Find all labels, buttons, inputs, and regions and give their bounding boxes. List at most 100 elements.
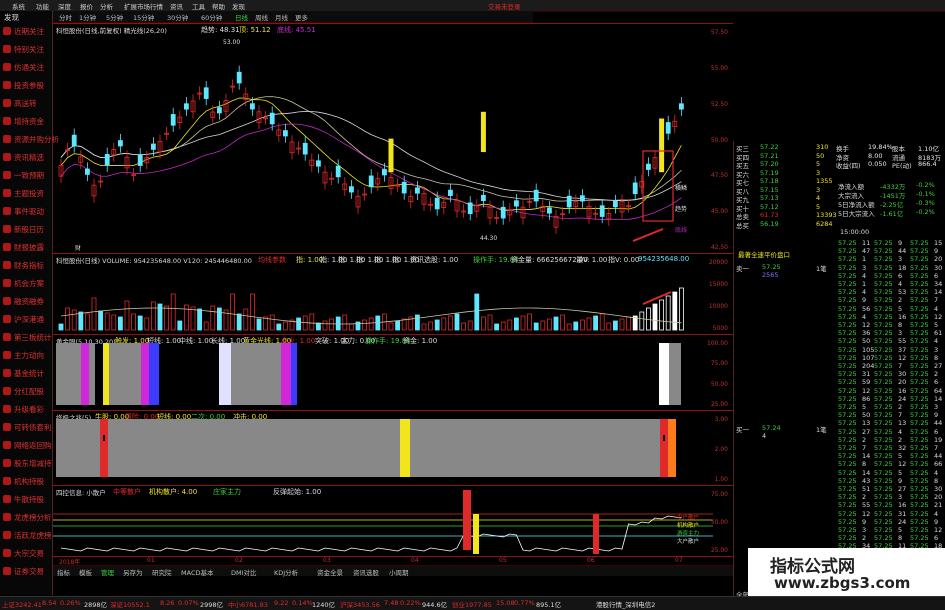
top-menu-1[interactable]: 功能 [36, 1, 49, 11]
volume-bar [599, 313, 605, 331]
golden-eye-block-9 [281, 343, 291, 405]
indicator-tab-0[interactable]: 指标 [57, 567, 70, 577]
trade-list-volume: 51 [862, 485, 871, 493]
indicator-tab-10[interactable]: 小周期 [389, 567, 409, 577]
indicator-tab-8[interactable]: 资金全景 [317, 567, 343, 577]
sidebar-item-5[interactable]: 增持资金 [0, 114, 52, 128]
volume-chart[interactable] [53, 254, 733, 334]
sidebar-item-29[interactable]: 大宗交易 [0, 546, 52, 560]
trade-list-volume: 105 [862, 345, 875, 354]
ultimate-chart[interactable] [53, 411, 733, 485]
sidebar-item-10[interactable]: 事件驱动 [0, 204, 52, 218]
y-tick-label: 52.50 [710, 100, 728, 108]
candle-body [183, 103, 189, 110]
period-tab-6[interactable]: 日线 [235, 12, 248, 22]
volume-bar [447, 315, 453, 331]
trade-list-volume: 4 [934, 509, 939, 518]
trade-list-volume: 8 [898, 534, 903, 543]
sidebar-item-19[interactable]: 基金统计 [0, 366, 52, 380]
top-menu-5[interactable]: 扩展市场行情 [124, 1, 163, 11]
sidebar-item-26[interactable]: 牛散持股 [0, 492, 52, 506]
sidebar-item-9[interactable]: 主题投资 [0, 186, 52, 200]
indicator-tab-2[interactable]: 管理 [101, 567, 114, 577]
trade-list-price: 57.25 [874, 288, 893, 297]
indicator-tab-4[interactable]: 研究院 [152, 567, 172, 577]
sidebar-item-icon [3, 99, 11, 107]
sidebar-item-27[interactable]: 龙虎榜分析 [0, 510, 52, 524]
period-tab-7[interactable]: 周线 [255, 12, 268, 22]
sidebar-item-28[interactable]: 活跃龙虎榜 [0, 528, 52, 542]
trade-list-price: 57.25 [874, 460, 893, 469]
trade-list-price: 57.25 [874, 394, 893, 403]
sidebar-item-22[interactable]: 可转债套利 [0, 420, 52, 434]
sidebar-item-6[interactable]: 资源并购分析 [0, 132, 59, 146]
sidebar-item-25[interactable]: 机构持股 [0, 474, 52, 488]
trade-list-volume: 5 [898, 452, 903, 461]
trade-list-volume: 11 [862, 239, 871, 247]
sidebar-item-label: 股东增减持 [14, 459, 52, 468]
top-menu-7[interactable]: 工具 [192, 1, 205, 11]
sidebar-item-21[interactable]: 升级看彩 [0, 402, 52, 416]
golden-eye-chart[interactable] [53, 335, 733, 410]
sidebar-item-24[interactable]: 股东增减持 [0, 456, 52, 470]
sidebar-item-4[interactable]: 高送转 [0, 96, 52, 110]
sidebar-item-8[interactable]: 一致预期 [0, 168, 52, 182]
indicator-tab-7[interactable]: KDJ分析 [274, 567, 298, 577]
date-label-1: 01 [147, 557, 155, 564]
period-tab-9[interactable]: 更多 [295, 12, 308, 22]
panel3-y-axis: 100.00 75.00 50.00 25.00 [700, 334, 733, 409]
volume-bar [619, 318, 625, 331]
sidebar-item-3[interactable]: 投资参股 [0, 78, 52, 92]
sidebar-item-13[interactable]: 财务指标 [0, 258, 52, 272]
top-menu-9[interactable]: 发现 [232, 1, 245, 11]
top-menu-8[interactable]: 帮助 [212, 1, 225, 11]
trade-list-price: 57.25 [838, 435, 857, 444]
indicator-tab-9[interactable]: 资讯选股 [353, 567, 379, 577]
sidebar-item-1[interactable]: 特别关注 [0, 42, 52, 56]
y-tick-label: 75.00 [710, 491, 728, 498]
sidebar-item-30[interactable]: 证券交易 [0, 564, 52, 578]
sidebar-item-23[interactable]: 网络返回购 [0, 438, 52, 452]
period-tab-3[interactable]: 15分钟 [133, 12, 154, 22]
y-tick-label: 2.00 [714, 446, 728, 453]
period-tab-2[interactable]: 5分钟 [106, 12, 123, 22]
trade-list-price: 57.25 [874, 444, 893, 452]
indicator-tab-3[interactable]: 另存为 [123, 567, 143, 577]
four-control-chart[interactable]: 中户散户机构散户游资主力大户散户 [53, 486, 733, 556]
sidebar-item-14[interactable]: 机会方案 [0, 276, 52, 290]
top-menu-6[interactable]: 资讯 [170, 1, 183, 11]
top-menu-0[interactable]: 系统 [12, 1, 25, 11]
sidebar-item-12[interactable]: 财报披露 [0, 240, 52, 254]
period-tab-4[interactable]: 30分钟 [167, 12, 188, 22]
indicator-tab-5[interactable]: MACD基本 [181, 567, 213, 577]
sidebar-item-17[interactable]: 第三板统计 [0, 330, 52, 344]
indicator-tab-1[interactable]: 模板 [79, 567, 92, 577]
trade-list-price: 57.25 [874, 263, 893, 272]
period-tab-0[interactable]: 分时 [59, 12, 72, 22]
trade-list-volume: 14 [862, 468, 871, 477]
top-menu-2[interactable]: 深度 [58, 1, 71, 11]
sidebar-item-2[interactable]: 仿通关注 [0, 60, 52, 74]
sidebar-item-0[interactable]: 近期关注 [0, 24, 52, 38]
sidebar-item-15[interactable]: 融资融券 [0, 294, 52, 308]
sidebar-item-7[interactable]: 资讯精选 [0, 150, 52, 164]
top-menu-3[interactable]: 报价 [80, 1, 93, 11]
trade-list-volume: 21 [934, 501, 943, 510]
sidebar-header[interactable]: 发现 [4, 12, 19, 23]
trade-list-volume: 36 [862, 329, 871, 338]
y-tick-label: 5000 [712, 325, 728, 332]
volume-bar [282, 321, 288, 331]
sidebar-item-16[interactable]: 沪深港通 [0, 312, 52, 326]
period-tab-8[interactable]: 月线 [275, 12, 288, 22]
trade-list-volume: 24 [898, 394, 907, 403]
top-menu-4[interactable]: 分析 [100, 1, 113, 11]
period-tab-1[interactable]: 1分钟 [79, 12, 96, 22]
sidebar-item-18[interactable]: 主力动向 [0, 348, 52, 362]
trade-list-volume: 1 [862, 280, 867, 288]
period-tab-5[interactable]: 60分钟 [201, 12, 222, 22]
candlestick-chart[interactable]: 53.00 44.30 财 横鳞趋势底线 [53, 24, 733, 253]
sidebar-item-11[interactable]: 新股日历 [0, 222, 52, 236]
indicator-tab-6[interactable]: DMI对比 [231, 567, 257, 577]
sidebar-item-20[interactable]: 分红配股 [0, 384, 52, 398]
volume-bar [71, 309, 77, 331]
